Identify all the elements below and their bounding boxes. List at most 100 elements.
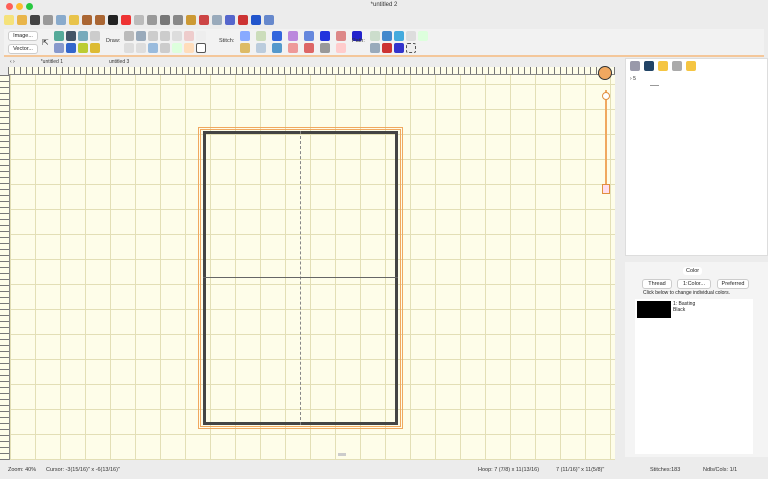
thread-button[interactable]: Thread (642, 279, 672, 289)
window-title: *untitled 2 (370, 2, 398, 8)
color-swatch[interactable] (637, 301, 671, 318)
group-icon[interactable] (78, 31, 88, 41)
satin-icon[interactable] (256, 31, 266, 41)
wave-icon[interactable] (160, 43, 170, 53)
camera-icon[interactable] (672, 61, 682, 71)
color-panel: Color Thread 1:Color... Preferred Click … (625, 262, 768, 457)
undo-icon[interactable] (82, 15, 92, 25)
center-line-vertical (300, 131, 301, 425)
fill-icon[interactable] (184, 31, 194, 41)
machine-icon[interactable] (370, 43, 380, 53)
erase-icon[interactable] (196, 31, 206, 41)
draw-label: Draw: (106, 38, 121, 44)
move-icon[interactable] (66, 43, 76, 53)
zoom-in-icon[interactable] (602, 92, 610, 100)
vector-button[interactable]: Vector... (8, 44, 38, 54)
tab-untitled-3[interactable]: untitled 3 (89, 59, 149, 67)
bezier-icon[interactable] (148, 43, 158, 53)
split-icon[interactable] (394, 43, 404, 53)
size-status: 7 (11/16)" x 11(5/8)" (556, 467, 605, 473)
stitch-label: Stitch: (219, 38, 235, 44)
pointer-icon[interactable] (173, 15, 183, 25)
copy-icon[interactable] (56, 15, 66, 25)
3d-icon[interactable] (108, 15, 118, 25)
thread-icon[interactable] (199, 15, 209, 25)
flower-icon[interactable] (336, 43, 346, 53)
tab-untitled-1[interactable]: *untitled 1 (21, 59, 83, 67)
anchor-icon[interactable] (160, 15, 170, 25)
zoom-slider[interactable] (602, 72, 610, 197)
path-right-icon[interactable] (418, 31, 428, 41)
zigzag-icon[interactable] (304, 43, 314, 53)
chain-icon[interactable] (304, 31, 314, 41)
tab-nav-icon[interactable]: ‹ › (10, 59, 15, 67)
hand-icon[interactable] (184, 43, 194, 53)
horizontal-ruler (8, 67, 615, 75)
magnifier-icon[interactable] (134, 15, 144, 25)
save-icon[interactable] (30, 15, 40, 25)
vertical-ruler (0, 75, 10, 460)
preferred-button[interactable]: Preferred (717, 279, 749, 289)
node-icon[interactable] (136, 31, 146, 41)
tree-item-preview (650, 85, 659, 86)
hoop-icon[interactable] (212, 15, 222, 25)
run-stitch-icon[interactable] (240, 31, 250, 41)
path-tools (370, 31, 428, 53)
ruler-icon[interactable] (147, 15, 157, 25)
duplicate-icon[interactable] (394, 31, 404, 41)
paste-icon[interactable] (69, 15, 79, 25)
frame-icon[interactable] (406, 31, 416, 41)
color-item[interactable]: 1: Basting Black (673, 301, 695, 313)
dots-icon[interactable] (320, 31, 330, 41)
color-button[interactable]: 1:Color... (677, 279, 711, 289)
redo-icon[interactable] (95, 15, 105, 25)
cross-stitch-icon[interactable] (288, 43, 298, 53)
scissors-icon[interactable] (238, 15, 248, 25)
line-icon[interactable] (124, 31, 134, 41)
star-icon[interactable] (78, 43, 88, 53)
shape-icon[interactable] (196, 43, 206, 53)
plus-icon[interactable] (172, 43, 182, 53)
select-icon[interactable]: ⇱ (42, 38, 49, 47)
resize-handle[interactable] (338, 453, 346, 456)
lock-icon[interactable] (658, 61, 668, 71)
target-icon[interactable] (382, 43, 392, 53)
column-icon[interactable] (272, 31, 282, 41)
square-fill-icon[interactable] (336, 31, 346, 41)
tree-item[interactable]: › 5 (630, 76, 636, 82)
heart-icon[interactable] (90, 43, 100, 53)
grid-fill-icon[interactable] (256, 43, 266, 53)
chart-icon[interactable] (121, 15, 131, 25)
image-button[interactable]: Image... (8, 31, 38, 41)
ladder-icon[interactable] (288, 31, 298, 41)
color-title: Color (683, 267, 703, 275)
pattern-icon[interactable] (225, 15, 235, 25)
link-icon[interactable] (54, 43, 64, 53)
title-bar: *untitled 2 (0, 0, 768, 12)
clock-icon[interactable] (90, 31, 100, 41)
path-up-icon[interactable] (370, 31, 380, 41)
curve-icon[interactable] (172, 31, 182, 41)
layer-icon[interactable] (54, 31, 64, 41)
color-hint: Click below to change individual colors. (643, 290, 730, 296)
eye-icon[interactable] (66, 31, 76, 41)
zoom-in-icon[interactable] (124, 43, 134, 53)
zoom-out-icon[interactable] (136, 43, 146, 53)
slider-thumb[interactable] (602, 184, 610, 194)
text-icon[interactable] (251, 15, 261, 25)
open-icon[interactable] (17, 15, 27, 25)
spiral-icon[interactable] (272, 43, 282, 53)
ungroup-icon[interactable] (630, 61, 640, 71)
texture-icon[interactable] (320, 43, 330, 53)
group-icon[interactable] (644, 61, 654, 71)
new-icon[interactable] (4, 15, 14, 25)
unlock-icon[interactable] (686, 61, 696, 71)
pencil-icon[interactable] (240, 43, 250, 53)
selection-icon[interactable] (406, 43, 416, 53)
image-icon[interactable] (186, 15, 196, 25)
globe-icon[interactable] (382, 31, 392, 41)
arc-icon[interactable] (160, 31, 170, 41)
frame-icon[interactable] (264, 15, 274, 25)
pen-icon[interactable] (148, 31, 158, 41)
print-icon[interactable] (43, 15, 53, 25)
